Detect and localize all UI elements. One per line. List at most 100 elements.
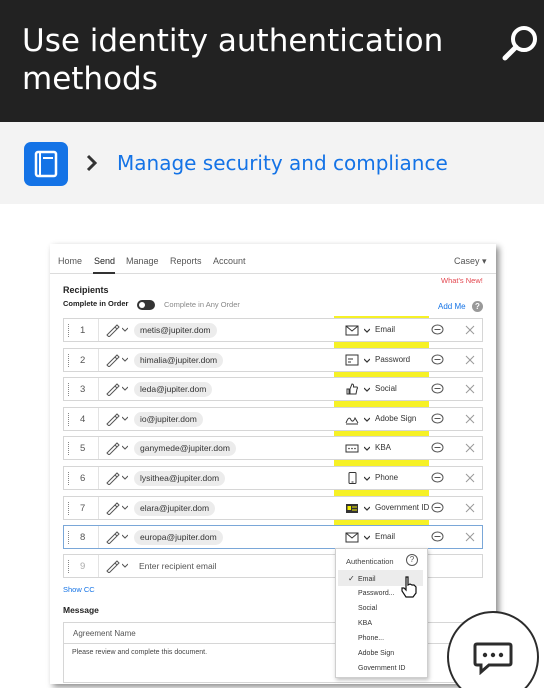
whats-new-link[interactable]: What's New! — [441, 276, 483, 285]
chevron-down-icon[interactable] — [122, 327, 128, 332]
signer-pen-icon[interactable] — [105, 559, 121, 573]
row-divider — [98, 467, 99, 489]
dropdown-option[interactable]: KBA — [358, 620, 372, 627]
drag-handle[interactable] — [68, 472, 70, 485]
auth-method-select[interactable]: Social — [375, 384, 397, 393]
signer-pen-icon[interactable] — [105, 323, 121, 337]
nav-reports[interactable]: Reports — [170, 256, 202, 266]
private-message-icon[interactable] — [431, 531, 444, 543]
dropdown-option[interactable]: Social — [358, 605, 377, 612]
private-message-icon[interactable] — [431, 442, 444, 454]
recipient-email[interactable]: europa@jupiter.dom — [134, 530, 223, 546]
chat-button[interactable] — [447, 611, 539, 688]
auth-method-select[interactable]: Email — [375, 532, 395, 541]
signer-pen-icon[interactable] — [105, 412, 121, 426]
search-button[interactable] — [500, 22, 542, 64]
recipient-email[interactable]: himalia@jupiter.dom — [134, 352, 224, 368]
drag-handle[interactable] — [68, 531, 70, 545]
row-divider — [98, 526, 99, 549]
recipient-email[interactable]: ganymede@jupiter.dom — [134, 441, 236, 457]
chevron-down-icon[interactable] — [364, 417, 370, 422]
chevron-down-icon[interactable] — [122, 563, 128, 568]
book-icon[interactable] — [24, 142, 68, 186]
close-icon[interactable] — [465, 355, 475, 365]
signer-pen-icon[interactable] — [105, 353, 121, 367]
dropdown-option[interactable]: Email — [358, 576, 376, 583]
nav-account[interactable]: Account — [213, 256, 246, 266]
chevron-down-icon[interactable] — [122, 534, 128, 539]
recipient-email-input[interactable]: Enter recipient email — [139, 561, 216, 571]
chevron-down-icon[interactable] — [364, 535, 370, 541]
close-icon[interactable] — [465, 384, 475, 394]
dropdown-option[interactable]: Adobe Sign — [358, 650, 394, 657]
nav-manage[interactable]: Manage — [126, 256, 159, 266]
row-divider — [98, 496, 99, 519]
auth-method-select[interactable]: Government ID — [375, 503, 429, 512]
chevron-down-icon[interactable] — [122, 416, 128, 421]
chevron-down-icon[interactable] — [364, 328, 370, 333]
drag-handle[interactable] — [68, 324, 70, 337]
chevron-down-icon[interactable] — [364, 506, 370, 511]
recipient-email[interactable]: elara@jupiter.dom — [134, 500, 216, 516]
nav-send[interactable]: Send — [94, 256, 115, 266]
private-message-icon[interactable] — [431, 383, 444, 395]
private-message-icon[interactable] — [431, 472, 444, 484]
drag-handle[interactable] — [68, 501, 70, 515]
drag-handle[interactable] — [68, 383, 70, 397]
dropdown-option[interactable]: Password... — [358, 590, 395, 597]
recipient-email[interactable]: leda@jupiter.dom — [134, 382, 213, 398]
recipient-email[interactable]: io@jupiter.dom — [134, 411, 203, 427]
order-toggle[interactable] — [137, 300, 155, 310]
dropdown-option[interactable]: Phone... — [358, 635, 384, 642]
checkmark-icon: ✓ — [348, 574, 355, 583]
add-me-link[interactable]: Add Me — [438, 302, 466, 311]
auth-method-select[interactable]: Email — [375, 325, 395, 334]
drag-handle[interactable] — [68, 353, 70, 367]
recipient-row: 1 metis@jupiter.dom Email — [63, 318, 483, 342]
signer-pen-icon[interactable] — [105, 471, 121, 485]
breadcrumb-link[interactable]: Manage security and compliance — [117, 151, 448, 175]
auth-method-select[interactable]: Password — [375, 355, 410, 364]
drag-handle[interactable] — [68, 442, 70, 456]
signer-pen-icon[interactable] — [105, 441, 121, 456]
row-divider — [98, 437, 99, 460]
chevron-down-icon[interactable] — [122, 505, 128, 510]
signer-pen-icon[interactable] — [105, 382, 121, 397]
private-message-icon[interactable] — [431, 324, 444, 336]
show-cc-link[interactable]: Show CC — [63, 585, 95, 594]
help-icon[interactable]: ? — [472, 301, 483, 312]
signer-pen-icon[interactable] — [105, 501, 121, 515]
user-menu[interactable]: Casey ▾ — [454, 256, 487, 267]
recipient-email[interactable]: metis@jupiter.dom — [134, 323, 217, 338]
private-message-icon[interactable] — [431, 502, 444, 514]
close-icon[interactable] — [465, 443, 475, 453]
auth-method-select[interactable]: KBA — [375, 443, 391, 452]
chevron-down-icon[interactable] — [364, 387, 370, 393]
private-message-icon[interactable] — [431, 354, 444, 366]
chevron-down-icon[interactable] — [122, 445, 128, 451]
chevron-down-icon[interactable] — [364, 358, 370, 363]
drag-handle[interactable] — [68, 560, 70, 573]
chevron-down-icon[interactable] — [122, 386, 128, 391]
recipient-row: 8 europa@jupiter.dom Email — [63, 525, 483, 550]
drag-handle[interactable] — [68, 412, 70, 426]
close-icon[interactable] — [465, 503, 475, 513]
auth-method-select[interactable]: Phone — [375, 473, 398, 482]
close-icon[interactable] — [465, 473, 475, 483]
dropdown-option[interactable]: Government ID — [358, 665, 405, 672]
auth-method-select[interactable]: Adobe Sign — [375, 414, 416, 423]
help-icon[interactable]: ? — [406, 554, 418, 566]
chevron-down-icon[interactable] — [364, 446, 370, 452]
chevron-down-icon[interactable] — [122, 357, 128, 362]
signer-pen-icon[interactable] — [105, 530, 121, 545]
close-icon[interactable] — [465, 414, 475, 424]
recipient-email[interactable]: lysithea@jupiter.dom — [134, 471, 226, 486]
chevron-down-icon[interactable] — [122, 475, 128, 480]
close-icon[interactable] — [465, 532, 475, 542]
close-icon[interactable] — [465, 325, 475, 335]
private-message-icon[interactable] — [431, 413, 444, 425]
nav-home[interactable]: Home — [58, 256, 82, 266]
page-header: Use identity authentication methods — [0, 0, 544, 122]
chevron-down-icon[interactable] — [364, 476, 370, 481]
envelope-icon — [345, 532, 359, 543]
